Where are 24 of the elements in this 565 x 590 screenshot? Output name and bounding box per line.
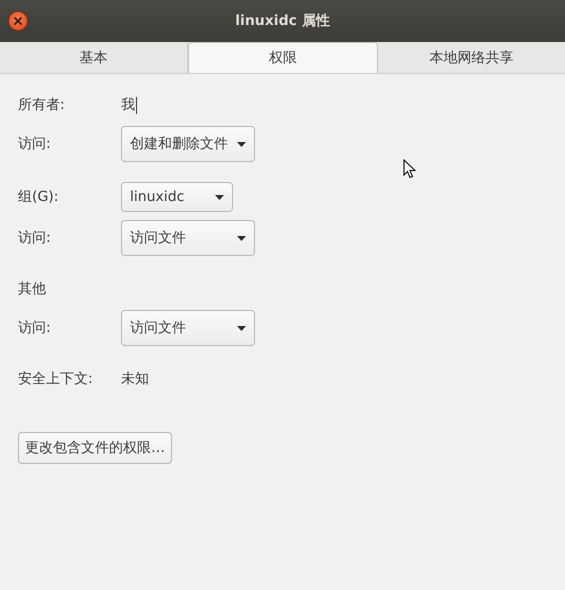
dropdown[interactable]: linuxidc <box>121 182 233 212</box>
window-title: linuxidc 属性 <box>235 12 330 30</box>
section-heading: 其他 <box>18 280 46 298</box>
dropdown[interactable]: 访问文件 <box>121 220 255 256</box>
text-caret <box>136 96 137 114</box>
dropdown[interactable]: 创建和删除文件 <box>121 126 255 162</box>
field-label: 访问: <box>18 135 52 153</box>
close-button[interactable] <box>8 11 28 31</box>
dropdown-arrow-icon <box>237 142 246 146</box>
mouse-pointer-icon <box>403 159 416 179</box>
field-value: 未知 <box>121 370 149 388</box>
dropdown[interactable]: 访问文件 <box>121 310 255 346</box>
dropdown-arrow-icon <box>237 326 246 330</box>
dropdown-arrow-icon <box>215 194 224 200</box>
field-label: 访问: <box>18 229 52 247</box>
dropdown-arrow-icon <box>237 236 246 240</box>
field-value: 我 <box>121 96 135 114</box>
field-label: 组(G): <box>18 188 60 206</box>
field-label: 所有者: <box>18 96 66 114</box>
field-label: 访问: <box>18 319 52 337</box>
tab[interactable]: 权限 <box>188 42 378 73</box>
change-permissions-button[interactable]: 更改包含文件的权限… <box>18 432 172 464</box>
close-icon <box>13 16 23 26</box>
field-label: 安全上下文: <box>18 370 94 388</box>
